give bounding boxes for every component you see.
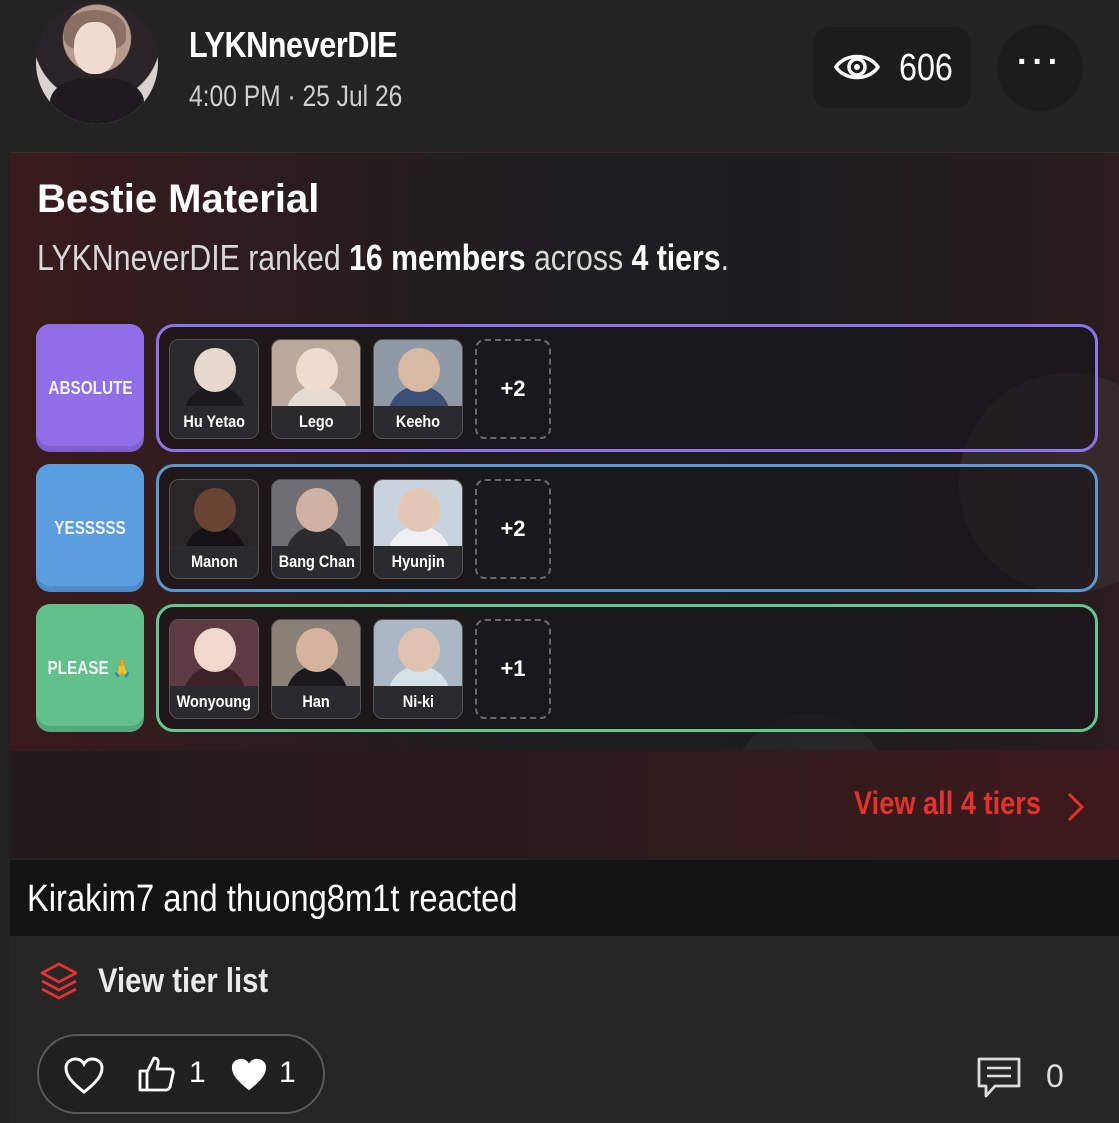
chevron-right-icon[interactable] [1065, 791, 1087, 828]
reactor-name[interactable]: thuong8m1t [227, 878, 400, 920]
more-icon: ··· [1017, 42, 1063, 81]
tier-members-box: Hu Yetao Lego Keeho +2 [156, 324, 1098, 452]
heart-count: 1 [279, 1056, 296, 1089]
tier-list-card[interactable]: Bestie Material LYKNneverDIE ranked 16 m… [10, 152, 1119, 858]
like-count: 1 [189, 1056, 206, 1089]
reactions-summary: Kirakim7 and thuong8m1t reacted [10, 860, 1119, 936]
username[interactable]: LYKNneverDIE [189, 24, 397, 66]
member-card[interactable]: Hu Yetao [169, 339, 259, 439]
member-card[interactable]: Hyunjin [373, 479, 463, 579]
comment-count: 0 [1046, 1058, 1064, 1094]
tier-members-box: Wonyoung Han Ni-ki +1 [156, 604, 1098, 732]
member-card[interactable]: Manon [169, 479, 259, 579]
tier-label-please: PLEASE 🙏 [36, 604, 144, 732]
tier-row-please: PLEASE 🙏 Wonyoung Han Ni-ki +1 [36, 604, 1098, 732]
comment-icon[interactable] [976, 1056, 1022, 1105]
more-members-badge[interactable]: +2 [475, 339, 551, 439]
tier-label-absolute: ABSOLUTE [36, 324, 144, 452]
reactor-name[interactable]: Kirakim7 [27, 878, 154, 920]
member-card[interactable]: Lego [271, 339, 361, 439]
card-title: Bestie Material [37, 177, 320, 221]
member-card[interactable]: Bang Chan [271, 479, 361, 579]
reacted-text: Kirakim7 and thuong8m1t reacted [27, 878, 518, 920]
view-all-strip: View all 4 tiers [10, 751, 1119, 858]
view-tier-list-button[interactable]: View tier list [98, 962, 268, 1001]
post-timestamp: 4:00 PM · 25 Jul 26 [189, 80, 403, 113]
views-count: 606 [899, 47, 953, 89]
more-options-button[interactable]: ··· [997, 25, 1083, 111]
views-badge: 606 [813, 27, 971, 108]
avatar[interactable] [36, 2, 158, 124]
post-footer: View tier list 1 1 0 [10, 936, 1119, 1123]
member-card[interactable]: Keeho [373, 339, 463, 439]
member-card[interactable]: Wonyoung [169, 619, 259, 719]
tier-row-yessss: YESSSSS Manon Bang Chan Hyunjin +2 [36, 464, 1098, 592]
member-card[interactable]: Ni-ki [373, 619, 463, 719]
eye-icon [833, 47, 881, 92]
member-card[interactable]: Han [271, 619, 361, 719]
post-header: LYKNneverDIE 4:00 PM · 25 Jul 26 606 ··· [0, 0, 1119, 152]
thumbs-up-icon[interactable] [137, 1054, 177, 1099]
heart-filled-icon[interactable] [229, 1056, 269, 1099]
card-subtitle: LYKNneverDIE ranked 16 members across 4 … [37, 237, 729, 278]
view-all-tiers-link[interactable]: View all 4 tiers [854, 785, 1041, 822]
more-members-badge[interactable]: +2 [475, 479, 551, 579]
heart-outline-icon[interactable] [63, 1056, 105, 1101]
layers-icon[interactable] [38, 960, 80, 1007]
more-members-badge[interactable]: +1 [475, 619, 551, 719]
reaction-pill: 1 1 [37, 1034, 325, 1114]
tier-row-absolute: ABSOLUTE Hu Yetao Lego Keeho +2 [36, 324, 1098, 452]
tier-members-box: Manon Bang Chan Hyunjin +2 [156, 464, 1098, 592]
tier-label-yessss: YESSSSS [36, 464, 144, 592]
